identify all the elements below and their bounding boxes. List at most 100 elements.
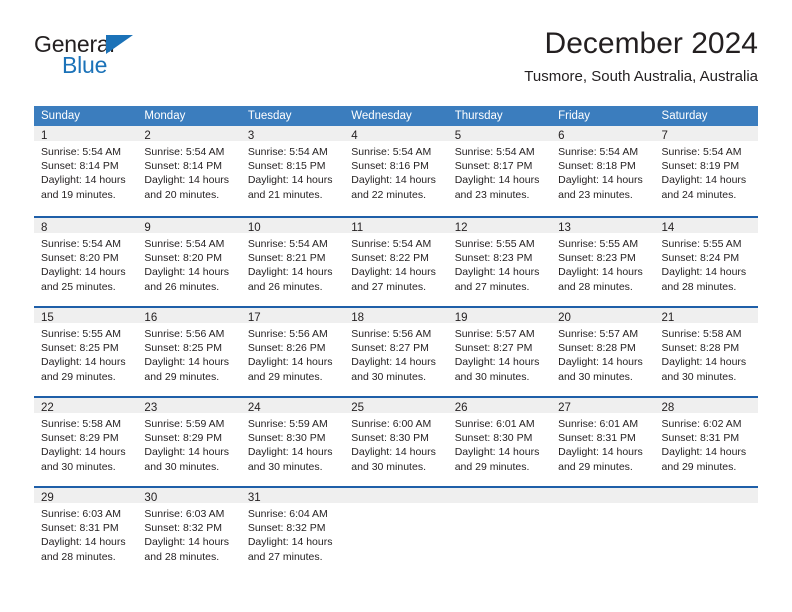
daylight-text-line1: Daylight: 14 hours: [144, 266, 230, 279]
weekday-header-monday: Monday: [144, 110, 186, 122]
day-number-band: 7: [654, 126, 758, 142]
sunrise-text: Sunrise: 5:54 AM: [144, 146, 225, 158]
day-cell-empty: [344, 488, 448, 576]
sunrise-text: Sunrise: 5:54 AM: [351, 238, 432, 250]
day-cell[interactable]: 29 Sunrise: 6:03 AM Sunset: 8:31 PM Dayl…: [34, 488, 138, 576]
day-number-band: 28: [654, 398, 758, 414]
day-cell[interactable]: 22 Sunrise: 5:58 AM Sunset: 8:29 PM Dayl…: [34, 398, 138, 486]
day-number-band: 10: [240, 218, 345, 234]
weekday-header-friday: Friday: [558, 110, 591, 122]
weekday-header-wednesday: Wednesday: [351, 110, 412, 122]
day-details: Sunrise: 5:56 AM Sunset: 8:26 PM Dayligh…: [241, 323, 344, 384]
day-cell[interactable]: 21 Sunrise: 5:58 AM Sunset: 8:28 PM Dayl…: [654, 308, 758, 396]
day-cell[interactable]: 11 Sunrise: 5:54 AM Sunset: 8:22 PM Dayl…: [344, 218, 448, 306]
day-number: 5: [454, 130, 462, 142]
sunset-text: Sunset: 8:27 PM: [454, 342, 533, 355]
day-number-band: 31: [240, 488, 345, 504]
day-details: Sunrise: 5:58 AM Sunset: 8:29 PM Dayligh…: [34, 413, 137, 474]
sunset-text: Sunset: 8:21 PM: [247, 252, 326, 265]
day-details: Sunrise: 5:54 AM Sunset: 8:15 PM Dayligh…: [241, 141, 344, 202]
week-row: 1 Sunrise: 5:54 AM Sunset: 8:14 PM Dayli…: [34, 126, 758, 216]
sunrise-text: Sunrise: 6:03 AM: [144, 508, 225, 520]
sunrise-text: Sunrise: 5:56 AM: [144, 328, 225, 340]
day-cell[interactable]: 24 Sunrise: 5:59 AM Sunset: 8:30 PM Dayl…: [240, 398, 345, 486]
day-cell[interactable]: 25 Sunrise: 6:00 AM Sunset: 8:30 PM Dayl…: [344, 398, 448, 486]
day-number: 12: [454, 222, 468, 234]
day-number-band: 2: [137, 126, 241, 142]
sunset-text: Sunset: 8:16 PM: [351, 160, 429, 173]
daylight-text-line1: Daylight: 14 hours: [247, 356, 333, 369]
day-cell[interactable]: 14 Sunrise: 5:55 AM Sunset: 8:24 PM Dayl…: [654, 218, 758, 306]
day-cell[interactable]: 2 Sunrise: 5:54 AM Sunset: 8:14 PM Dayli…: [137, 126, 241, 216]
day-number: 10: [247, 222, 261, 234]
day-cell[interactable]: 26 Sunrise: 6:01 AM Sunset: 8:30 PM Dayl…: [447, 398, 552, 486]
daylight-text-line2: and 29 minutes.: [558, 460, 633, 473]
daylight-text-line2: and 20 minutes.: [144, 188, 220, 201]
day-details: Sunrise: 5:54 AM Sunset: 8:14 PM Dayligh…: [34, 141, 137, 202]
sunset-text: Sunset: 8:20 PM: [144, 252, 223, 265]
day-number: 27: [558, 402, 571, 414]
sunset-text: Sunset: 8:32 PM: [144, 522, 223, 535]
generalblue-logo: General Blue: [34, 32, 204, 88]
day-cell[interactable]: 13 Sunrise: 5:55 AM Sunset: 8:23 PM Dayl…: [551, 218, 655, 306]
daylight-text-line1: Daylight: 14 hours: [247, 536, 333, 549]
day-cell[interactable]: 30 Sunrise: 6:03 AM Sunset: 8:32 PM Dayl…: [137, 488, 241, 576]
day-cell[interactable]: 23 Sunrise: 5:59 AM Sunset: 8:29 PM Dayl…: [137, 398, 241, 486]
day-cell[interactable]: 17 Sunrise: 5:56 AM Sunset: 8:26 PM Dayl…: [240, 308, 345, 396]
day-details: Sunrise: 6:01 AM Sunset: 8:30 PM Dayligh…: [448, 413, 551, 474]
sunrise-text: Sunrise: 5:55 AM: [41, 328, 121, 340]
daylight-text-line2: and 19 minutes.: [41, 188, 116, 201]
day-details: Sunrise: 5:59 AM Sunset: 8:30 PM Dayligh…: [241, 413, 344, 474]
day-cell[interactable]: 1 Sunrise: 5:54 AM Sunset: 8:14 PM Dayli…: [34, 126, 138, 216]
day-details: Sunrise: 5:54 AM Sunset: 8:20 PM Dayligh…: [34, 233, 137, 294]
sunset-text: Sunset: 8:28 PM: [661, 342, 740, 355]
daylight-text-line2: and 27 minutes.: [351, 280, 426, 293]
day-cell[interactable]: 12 Sunrise: 5:55 AM Sunset: 8:23 PM Dayl…: [447, 218, 552, 306]
day-cell[interactable]: 7 Sunrise: 5:54 AM Sunset: 8:19 PM Dayli…: [654, 126, 758, 216]
sunset-text: Sunset: 8:29 PM: [144, 432, 223, 445]
day-details: Sunrise: 5:54 AM Sunset: 8:19 PM Dayligh…: [655, 141, 758, 202]
daylight-text-line1: Daylight: 14 hours: [558, 174, 643, 187]
day-cell[interactable]: 4 Sunrise: 5:54 AM Sunset: 8:16 PM Dayli…: [344, 126, 448, 216]
day-cell[interactable]: 8 Sunrise: 5:54 AM Sunset: 8:20 PM Dayli…: [34, 218, 138, 306]
day-cell[interactable]: 5 Sunrise: 5:54 AM Sunset: 8:17 PM Dayli…: [447, 126, 552, 216]
daylight-text-line2: and 30 minutes.: [144, 460, 220, 473]
day-cell[interactable]: 3 Sunrise: 5:54 AM Sunset: 8:15 PM Dayli…: [240, 126, 345, 216]
sunrise-text: Sunrise: 5:54 AM: [144, 238, 225, 250]
sunrise-text: Sunrise: 5:55 AM: [454, 238, 535, 250]
day-number: 23: [144, 402, 158, 414]
day-cell[interactable]: 6 Sunrise: 5:54 AM Sunset: 8:18 PM Dayli…: [551, 126, 655, 216]
sunset-text: Sunset: 8:30 PM: [351, 432, 429, 445]
day-cell[interactable]: 10 Sunrise: 5:54 AM Sunset: 8:21 PM Dayl…: [240, 218, 345, 306]
sunset-text: Sunset: 8:27 PM: [351, 342, 429, 355]
sunset-text: Sunset: 8:31 PM: [558, 432, 636, 445]
day-cell[interactable]: 15 Sunrise: 5:55 AM Sunset: 8:25 PM Dayl…: [34, 308, 138, 396]
day-cell[interactable]: 20 Sunrise: 5:57 AM Sunset: 8:28 PM Dayl…: [551, 308, 655, 396]
day-cell[interactable]: 31 Sunrise: 6:04 AM Sunset: 8:32 PM Dayl…: [240, 488, 345, 576]
daylight-text-line1: Daylight: 14 hours: [247, 174, 333, 187]
day-cell[interactable]: 27 Sunrise: 6:01 AM Sunset: 8:31 PM Dayl…: [551, 398, 655, 486]
day-cell[interactable]: 16 Sunrise: 5:56 AM Sunset: 8:25 PM Dayl…: [137, 308, 241, 396]
sunrise-text: Sunrise: 5:54 AM: [41, 146, 121, 158]
daylight-text-line2: and 28 minutes.: [661, 280, 737, 293]
daylight-text-line2: and 29 minutes.: [41, 370, 116, 383]
day-cell[interactable]: 19 Sunrise: 5:57 AM Sunset: 8:27 PM Dayl…: [447, 308, 552, 396]
weekday-header-saturday: Saturday: [661, 110, 708, 122]
daylight-text-line2: and 24 minutes.: [661, 188, 737, 201]
day-cell[interactable]: 18 Sunrise: 5:56 AM Sunset: 8:27 PM Dayl…: [344, 308, 448, 396]
day-cell[interactable]: 28 Sunrise: 6:02 AM Sunset: 8:31 PM Dayl…: [654, 398, 758, 486]
daylight-text-line1: Daylight: 14 hours: [558, 446, 643, 459]
day-number: 14: [661, 222, 675, 234]
sunrise-text: Sunrise: 5:57 AM: [558, 328, 639, 340]
day-details: Sunrise: 5:54 AM Sunset: 8:22 PM Dayligh…: [344, 233, 447, 294]
daylight-text-line1: Daylight: 14 hours: [454, 174, 540, 187]
daylight-text-line1: Daylight: 14 hours: [454, 446, 540, 459]
day-number: 13: [558, 222, 571, 234]
day-number-band: 26: [447, 398, 552, 414]
day-number-band: 4: [344, 126, 448, 142]
daylight-text-line2: and 30 minutes.: [351, 370, 426, 383]
daylight-text-line1: Daylight: 14 hours: [41, 266, 126, 279]
day-cell[interactable]: 9 Sunrise: 5:54 AM Sunset: 8:20 PM Dayli…: [137, 218, 241, 306]
day-number-band: 12: [447, 218, 552, 234]
daylight-text-line1: Daylight: 14 hours: [247, 266, 333, 279]
